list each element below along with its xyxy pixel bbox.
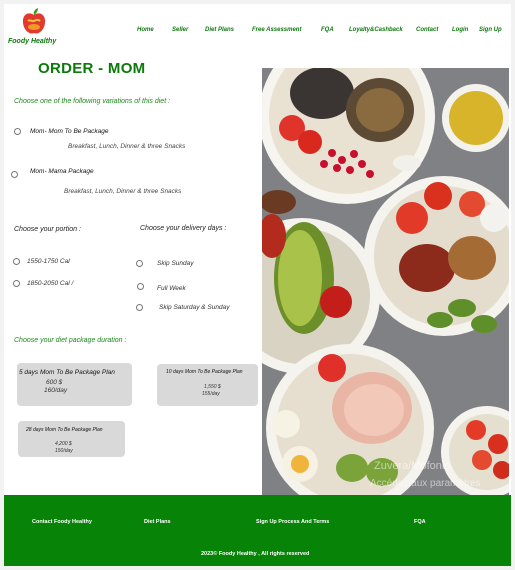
nav-free-assessment[interactable]: Free Assessment: [252, 27, 301, 33]
nav-contact[interactable]: Contact: [416, 27, 438, 33]
package-title: 5 days Mom To Be Package Plan: [19, 369, 115, 376]
nav-diet-plans[interactable]: Diet Plans: [205, 27, 234, 33]
package-title: 10 days Mom To Be Package Plan: [166, 369, 243, 375]
package-card-28-days[interactable]: 28 days Mom To Be Package Plan 4,200 $ 1…: [18, 421, 125, 457]
main-nav: Home Seller Diet Plans Free Assessment F…: [4, 24, 511, 38]
footer-link-fqa[interactable]: FQA: [414, 519, 426, 525]
watermark-line-1: Zuvera/Mofonio: [374, 460, 451, 472]
footer-link-contact[interactable]: Contact Foody Healthy: [32, 519, 92, 525]
nav-loyalty-cashback[interactable]: Loyalty&Cashback: [349, 27, 403, 33]
package-price: 1,550 $: [204, 384, 221, 390]
nav-fqa[interactable]: FQA: [321, 27, 334, 33]
package-title: 28 days Mom To Be Package Plan: [26, 427, 103, 433]
variations-label: Choose one of the following variations o…: [14, 98, 171, 105]
salad-bowls-image: Zuvera/Mofonio Accédez aux paramètres: [262, 68, 509, 495]
portion-radio-1550[interactable]: [13, 258, 20, 265]
package-price: 4,200 $: [55, 441, 72, 447]
footer-copyright: 2023© Foody Healthy , All rights reserve…: [201, 551, 310, 557]
portion-option: 1850-2050 Cal /: [27, 280, 74, 287]
brand-name: Foody Healthy: [8, 38, 57, 45]
delivery-option: Full Week: [157, 285, 186, 292]
variation-desc: Breakfast, Lunch, Dinner & three Snacks: [64, 188, 182, 195]
variation-name: Mom- Mama Package: [30, 168, 94, 175]
footer-link-signup-terms[interactable]: Sign Up Process And Terms: [256, 519, 329, 525]
salad-illustration: [262, 68, 509, 495]
variation-desc: Breakfast, Lunch, Dinner & three Snacks: [68, 143, 186, 150]
delivery-label: Choose your delivery days :: [140, 225, 227, 232]
portion-label: Choose your portion :: [14, 226, 81, 233]
delivery-radio-full-week[interactable]: [137, 283, 144, 290]
nav-login[interactable]: Login: [452, 27, 468, 33]
watermark-line-2: Accédez aux paramètres: [370, 478, 481, 489]
delivery-radio-skip-weekend[interactable]: [136, 304, 143, 311]
variation-name: Mom- Mom To Be Package: [30, 128, 109, 135]
delivery-radio-skip-sunday[interactable]: [136, 260, 143, 267]
nav-sign-up[interactable]: Sign Up: [479, 27, 502, 33]
variation-radio-mom-to-be[interactable]: [14, 128, 21, 135]
package-per-day: 150/day: [55, 448, 73, 454]
site-footer: Contact Foody Healthy Diet Plans Sign Up…: [4, 495, 511, 566]
footer-link-diet-plans[interactable]: Diet Plans: [144, 519, 171, 525]
package-per-day: 155/day: [202, 391, 220, 397]
duration-label: Choose your diet package duration :: [14, 337, 127, 344]
package-card-5-days[interactable]: 5 days Mom To Be Package Plan 600 $ 160/…: [17, 363, 132, 406]
portion-radio-1850[interactable]: [13, 280, 20, 287]
portion-option: 1550-1750 Cal: [27, 258, 70, 265]
delivery-option: Skip Sunday: [157, 260, 194, 267]
page: Foody Healthy Home Seller Diet Plans Fre…: [4, 4, 511, 566]
nav-seller[interactable]: Seller: [172, 27, 188, 33]
delivery-option: Skip Saturday & Sunday: [159, 304, 230, 311]
package-per-day: 160/day: [44, 387, 68, 394]
variation-radio-mama[interactable]: [11, 171, 18, 178]
page-title: ORDER - MOM: [38, 60, 146, 77]
nav-home[interactable]: Home: [137, 27, 154, 33]
package-card-10-days[interactable]: 10 days Mom To Be Package Plan 1,550 $ 1…: [157, 364, 258, 406]
package-price: 600 $: [46, 379, 63, 386]
